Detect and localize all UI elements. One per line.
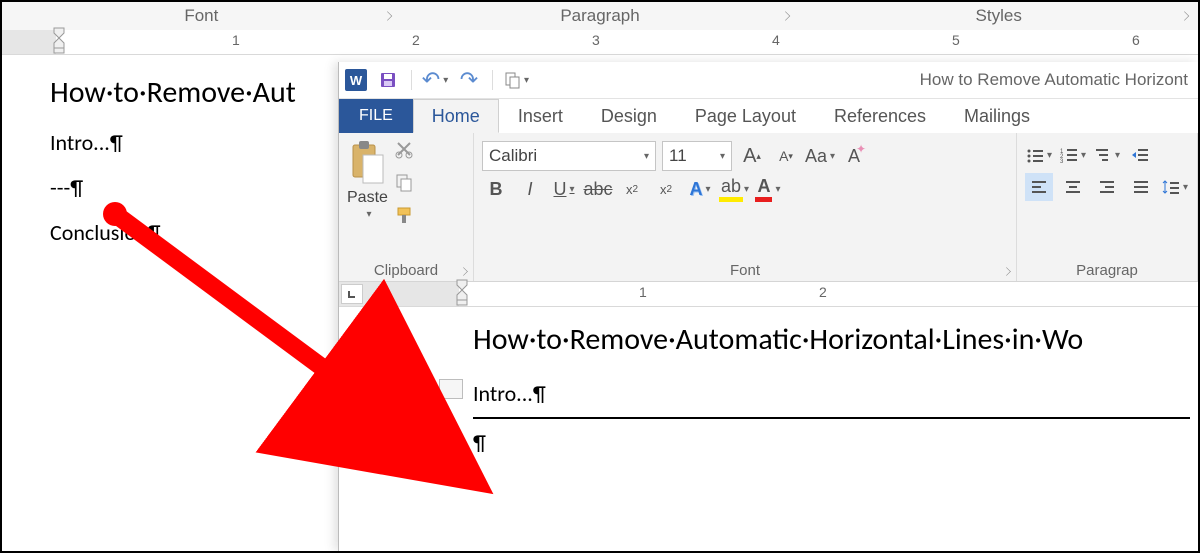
paragraph-group: ▾ 123▾ ▾ ▾ Paragrap	[1017, 133, 1198, 281]
font-group-label: Font	[2, 6, 401, 26]
tab-file[interactable]: FILE	[339, 99, 413, 133]
change-case-button[interactable]: Aa▾	[806, 142, 834, 170]
clipboard-group: Paste▾ Clipboard	[339, 133, 474, 281]
paste-button[interactable]: Paste▾	[347, 139, 388, 230]
indent-marker-icon[interactable]	[453, 276, 471, 306]
align-center-button[interactable]	[1059, 173, 1087, 201]
justify-button[interactable]	[1127, 173, 1155, 201]
styles-group-label: Styles	[799, 6, 1198, 26]
line-spacing-button[interactable]: ▾	[1161, 173, 1189, 201]
paste-label: Paste	[347, 189, 388, 207]
tab-insert[interactable]: Insert	[499, 99, 582, 133]
font-launcher-icon[interactable]	[1002, 267, 1011, 276]
tab-design[interactable]: Design	[582, 99, 676, 133]
doc-intro-front: Intro...¶	[473, 380, 1190, 407]
italic-button[interactable]: I	[516, 175, 544, 203]
tab-references[interactable]: References	[815, 99, 945, 133]
tab-page-layout[interactable]: Page Layout	[676, 99, 815, 133]
ruler-tick: 2	[819, 284, 827, 300]
ruler-tick: 5	[952, 32, 960, 48]
align-left-button[interactable]	[1025, 173, 1053, 201]
clear-formatting-button[interactable]: A✦	[840, 142, 868, 170]
ruler-tick: 2	[412, 32, 420, 48]
tab-mailings[interactable]: Mailings	[945, 99, 1049, 133]
multilevel-list-button[interactable]: ▾	[1093, 141, 1121, 169]
save-button[interactable]	[375, 67, 401, 93]
decrease-indent-button[interactable]	[1127, 141, 1155, 169]
paste-options-icon[interactable]	[439, 379, 463, 399]
ruler-tick: 6	[1132, 32, 1140, 48]
align-right-button[interactable]	[1093, 173, 1121, 201]
bullets-button[interactable]: ▾	[1025, 141, 1053, 169]
underline-button[interactable]: U▾	[550, 175, 578, 203]
quick-access-toolbar: W ↶▾ ↷ ▾ How to Remove Automatic Horizon…	[339, 62, 1198, 99]
numbering-button[interactable]: 123▾	[1059, 141, 1087, 169]
ruler-tick: 4	[772, 32, 780, 48]
tab-home[interactable]: Home	[413, 99, 499, 133]
bold-button[interactable]: B	[482, 175, 510, 203]
paragraph-group-label: Paragraph	[401, 6, 800, 26]
ruler-tick: 1	[639, 284, 647, 300]
font-size-combobox[interactable]: 11▾	[662, 141, 732, 171]
ruler-tick: 1	[232, 32, 240, 48]
horizontal-ruler-back[interactable]: 1 2 3 4 5 6	[2, 30, 1198, 55]
word-logo-icon: W	[345, 69, 367, 91]
superscript-button[interactable]: x2	[652, 175, 680, 203]
ribbon-group-labels-back: Font Paragraph Styles	[2, 2, 1198, 31]
subscript-button[interactable]: x2	[618, 175, 646, 203]
grow-font-button[interactable]: A▴	[738, 142, 766, 170]
indent-marker-icon[interactable]	[50, 24, 68, 54]
undo-button[interactable]: ↶▾	[422, 67, 448, 93]
font-color-button[interactable]: A▾	[754, 175, 782, 203]
redo-button[interactable]: ↷	[456, 67, 482, 93]
copy-button[interactable]	[394, 172, 414, 197]
ribbon: Paste▾ Clipboard Calibri▾ 11▾ A▴	[339, 133, 1198, 282]
horizontal-ruler-front[interactable]: 1 2	[339, 282, 1198, 307]
clipboard-launcher-icon[interactable]	[459, 267, 468, 276]
font-group: Calibri▾ 11▾ A▴ A▾ Aa▾ A✦ B I U▾ abc x2 …	[474, 133, 1017, 281]
format-painter-button[interactable]	[394, 205, 414, 230]
word-window-front: W ↶▾ ↷ ▾ How to Remove Automatic Horizon…	[338, 62, 1198, 551]
paragraph-label: Paragrap	[1076, 262, 1138, 279]
doc-title-front: How·to·Remove·Automatic·Horizontal·Lines…	[473, 321, 1190, 358]
text-effects-button[interactable]: A▾	[686, 175, 714, 203]
document-area-front[interactable]: How·to·Remove·Automatic·Horizontal·Lines…	[339, 307, 1198, 456]
auto-horizontal-line	[473, 417, 1190, 419]
svg-text:3: 3	[1060, 159, 1064, 163]
highlight-button[interactable]: ab▾	[720, 175, 748, 203]
clipboard-label: Clipboard	[374, 262, 438, 279]
ruler-tick: 3	[592, 32, 600, 48]
tab-selector-icon[interactable]	[341, 284, 363, 304]
ribbon-tabs: FILE Home Insert Design Page Layout Refe…	[339, 99, 1198, 133]
font-name-combobox[interactable]: Calibri▾	[482, 141, 656, 171]
strikethrough-button[interactable]: abc	[584, 175, 612, 203]
cut-button[interactable]	[394, 139, 414, 164]
shrink-font-button[interactable]: A▾	[772, 142, 800, 170]
font-label: Font	[730, 262, 760, 279]
window-title: How to Remove Automatic Horizont	[920, 70, 1188, 90]
paste-dropdown-icon[interactable]: ▾	[503, 67, 529, 93]
doc-blank-front: ¶	[473, 429, 1190, 456]
